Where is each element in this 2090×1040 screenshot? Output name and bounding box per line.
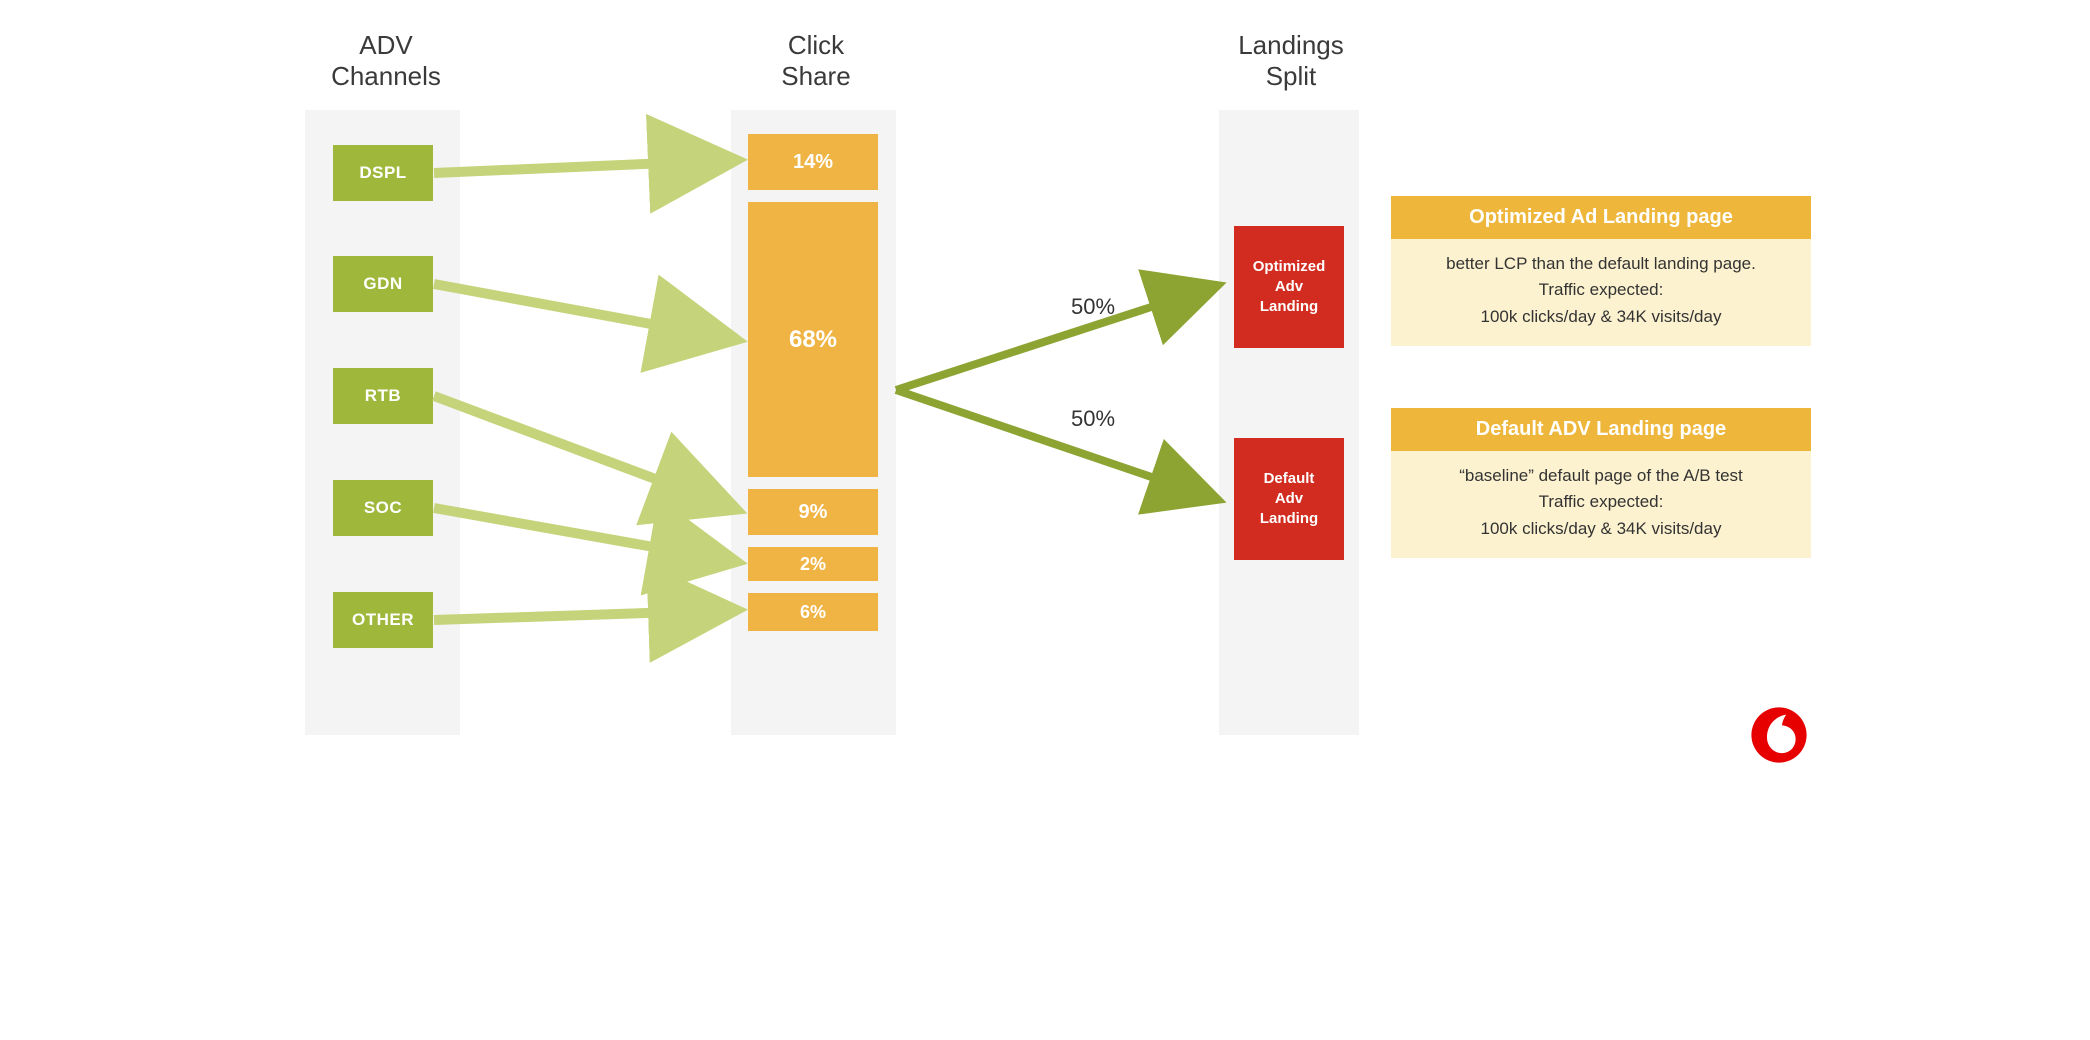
- arrow-dspl: [434, 160, 738, 173]
- title-clickshare: ClickShare: [771, 30, 861, 92]
- arrow-other: [434, 610, 738, 620]
- channel-gdn: GDN: [333, 256, 433, 312]
- arrow-soc: [434, 508, 738, 562]
- split-top-label: 50%: [1071, 294, 1115, 320]
- share-soc: 2%: [748, 547, 878, 581]
- vodafone-logo-icon: [1749, 705, 1809, 770]
- panel-landings: [1219, 110, 1359, 735]
- landing-label: OptimizedAdvLanding: [1253, 257, 1326, 318]
- landing-optimized: OptimizedAdvLanding: [1234, 226, 1344, 348]
- channel-label: DSPL: [359, 163, 406, 183]
- landing-default: DefaultAdvLanding: [1234, 438, 1344, 560]
- channel-soc: SOC: [333, 480, 433, 536]
- share-other: 6%: [748, 593, 878, 631]
- card-line: “baseline” default page of the A/B test: [1405, 463, 1797, 489]
- title-channels: ADVChannels: [321, 30, 451, 92]
- split-bottom-label: 50%: [1071, 406, 1115, 432]
- share-value: 2%: [800, 554, 826, 575]
- card-line: Traffic expected:: [1405, 489, 1797, 515]
- share-rtb: 9%: [748, 489, 878, 535]
- card-line: better LCP than the default landing page…: [1405, 251, 1797, 277]
- diagram-stage: ADVChannels ClickShare LandingsSplit DSP…: [261, 0, 1829, 780]
- title-landings: LandingsSplit: [1236, 30, 1346, 92]
- landing-label: DefaultAdvLanding: [1260, 469, 1318, 530]
- card-default-body: “baseline” default page of the A/B test …: [1391, 451, 1811, 558]
- channel-label: RTB: [365, 386, 401, 406]
- channel-label: SOC: [364, 498, 402, 518]
- channel-label: GDN: [363, 274, 402, 294]
- arrow-split-top: [896, 285, 1219, 390]
- share-value: 68%: [789, 326, 837, 354]
- card-default-title: Default ADV Landing page: [1391, 408, 1811, 451]
- card-default: Default ADV Landing page “baseline” defa…: [1391, 408, 1811, 558]
- card-optimized-body: better LCP than the default landing page…: [1391, 239, 1811, 346]
- arrow-rtb: [434, 396, 738, 510]
- share-gdn: 68%: [748, 202, 878, 477]
- arrow-split-bottom: [896, 390, 1219, 500]
- arrows-layer: [261, 0, 1829, 780]
- share-value: 14%: [793, 151, 833, 174]
- card-optimized: Optimized Ad Landing page better LCP tha…: [1391, 196, 1811, 346]
- card-line: Traffic expected:: [1405, 277, 1797, 303]
- share-dspl: 14%: [748, 134, 878, 190]
- channel-rtb: RTB: [333, 368, 433, 424]
- channel-dspl: DSPL: [333, 145, 433, 201]
- card-line: 100k clicks/day & 34K visits/day: [1405, 304, 1797, 330]
- share-value: 9%: [799, 501, 828, 524]
- channel-other: OTHER: [333, 592, 433, 648]
- channel-label: OTHER: [352, 610, 414, 630]
- share-value: 6%: [800, 602, 826, 623]
- arrow-gdn: [434, 284, 738, 340]
- card-line: 100k clicks/day & 34K visits/day: [1405, 516, 1797, 542]
- card-optimized-title: Optimized Ad Landing page: [1391, 196, 1811, 239]
